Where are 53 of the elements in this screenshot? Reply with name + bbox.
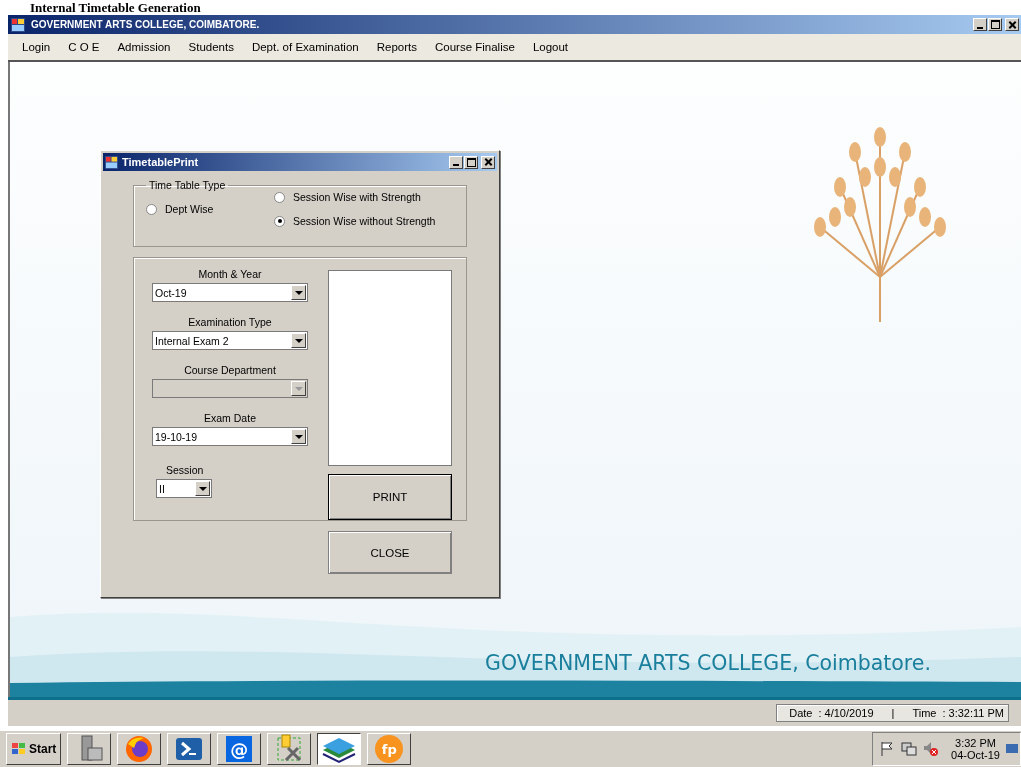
close-button[interactable] [1005, 18, 1019, 31]
minimize-button[interactable] [449, 155, 463, 169]
dropdown[interactable]: 19-10-19 [152, 427, 308, 446]
menu-item[interactable]: Course Finalise [434, 41, 515, 53]
page-heading: Internal Timetable Generation [29, 0, 202, 15]
restore-button[interactable] [988, 18, 1002, 31]
taskbar-button[interactable]: @ [217, 733, 262, 765]
windows-flag-icon [11, 742, 27, 756]
menu-item[interactable]: C O E [68, 41, 100, 53]
menu-item[interactable]: Reports [376, 41, 417, 53]
at-sign-icon: @ [226, 736, 253, 762]
menu-item[interactable]: Students [188, 41, 234, 53]
separator: | [891, 707, 895, 719]
list-box[interactable] [328, 270, 452, 467]
browser-icon [124, 734, 155, 764]
close-button[interactable]: CLOSE [328, 531, 452, 574]
radio-option[interactable]: Dept Wise [146, 203, 274, 215]
desktop-icon[interactable] [1006, 742, 1018, 756]
app-icon [11, 17, 25, 32]
fp-logo-icon: fp [375, 735, 404, 763]
field-label: Session [166, 464, 204, 476]
field-label: Exam Date [204, 412, 256, 424]
maximize-button[interactable] [464, 155, 478, 169]
field-label: Examination Type [188, 316, 272, 328]
print-button[interactable]: PRINT [328, 474, 452, 520]
muted-speaker-icon [923, 741, 940, 757]
dropdown[interactable]: II [156, 479, 212, 498]
radio-option[interactable]: Session Wise with Strength [274, 191, 436, 203]
time-value: : 3:32:11 PM [942, 707, 1004, 719]
menu-item[interactable]: Login [22, 41, 51, 53]
menu-item[interactable]: Admission [117, 41, 171, 53]
taskbar-button[interactable] [317, 733, 362, 765]
menu-item[interactable]: Logout [532, 41, 569, 53]
date-value: : 4/10/2019 [818, 707, 874, 719]
date-label: Date [789, 707, 813, 719]
field-label: Month & Year [198, 268, 262, 280]
minimize-button[interactable] [973, 18, 987, 31]
dialog-title: TimetablePrint [122, 156, 199, 168]
close-button[interactable] [481, 155, 495, 169]
dropdown[interactable]: Oct-19 [152, 283, 308, 302]
dropdown[interactable]: Internal Exam 2 [152, 331, 308, 350]
clock-time: 3:32 PM [955, 737, 996, 749]
college-caption: GOVERNMENT ARTS COLLEGE, Coimbatore. [485, 651, 931, 675]
window-title: GOVERNMENT ARTS COLLEGE, COIMBATORE. [31, 19, 260, 30]
app-icon [105, 155, 118, 169]
radio-option[interactable]: Session Wise without Strength [274, 215, 436, 227]
time-label: Time [912, 707, 937, 719]
start-button[interactable]: Start [6, 733, 62, 765]
clock-date: 04-Oct-19 [951, 749, 1000, 761]
menu-item[interactable]: Dept. of Examination [251, 41, 359, 53]
group-label: Time Table Type [148, 179, 227, 191]
network-icon [901, 741, 918, 757]
field-label: Course Department [184, 364, 276, 376]
